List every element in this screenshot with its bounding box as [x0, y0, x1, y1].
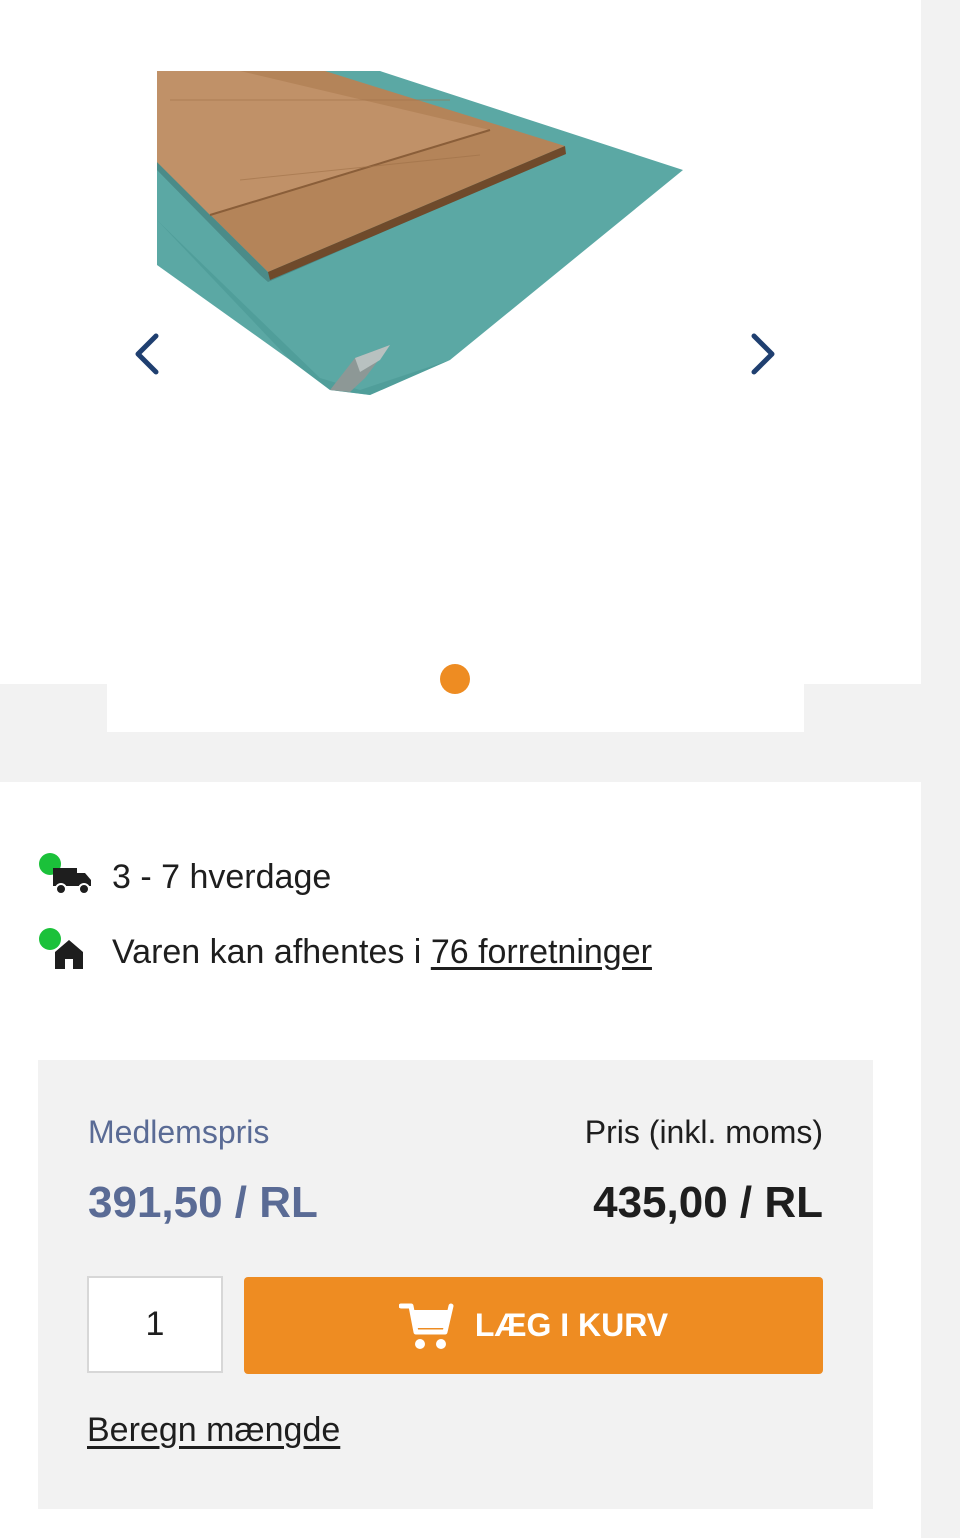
gallery-next-button[interactable] [738, 324, 788, 384]
store-house-icon [55, 940, 83, 969]
price-purchase-panel: Medlemspris 391,50 / RL Pris (inkl. moms… [38, 1060, 873, 1509]
chevron-left-icon [135, 333, 159, 375]
add-to-cart-button[interactable]: LÆG I KURV [244, 1277, 823, 1374]
pickup-status-indicator [38, 927, 98, 977]
product-image [157, 71, 683, 395]
delivery-status-indicator [38, 852, 98, 902]
pickup-text: Varen kan afhentes i 76 forretninger [112, 933, 652, 972]
delivery-time-text: 3 - 7 hverdage [112, 857, 332, 896]
member-price-value: 391,50 / RL [88, 1178, 318, 1227]
gallery-prev-button[interactable] [122, 324, 172, 384]
page-scroll-gutter [921, 0, 960, 1538]
member-price-label: Medlemspris [88, 1114, 270, 1150]
pickup-availability: Varen kan afhentes i 76 forretninger [38, 927, 652, 977]
chevron-right-icon [751, 333, 775, 375]
calculate-quantity-link[interactable]: Beregn mængde [87, 1411, 340, 1450]
gallery-slide-indicator-active[interactable] [440, 664, 470, 694]
regular-price-value: 435,00 / RL [593, 1178, 823, 1227]
add-to-cart-label: LÆG I KURV [474, 1307, 669, 1343]
pickup-text-prefix: Varen kan afhentes i [112, 932, 431, 971]
shopping-cart-icon [398, 1303, 454, 1349]
store-count-link[interactable]: 76 forretninger [431, 933, 652, 971]
product-page: 3 - 7 hverdage Varen kan afhentes i 76 f… [0, 0, 960, 1538]
quantity-input[interactable] [87, 1276, 223, 1373]
delivery-availability: 3 - 7 hverdage [38, 852, 331, 902]
regular-price-label: Pris (inkl. moms) [584, 1114, 823, 1150]
delivery-truck-icon [53, 868, 91, 895]
